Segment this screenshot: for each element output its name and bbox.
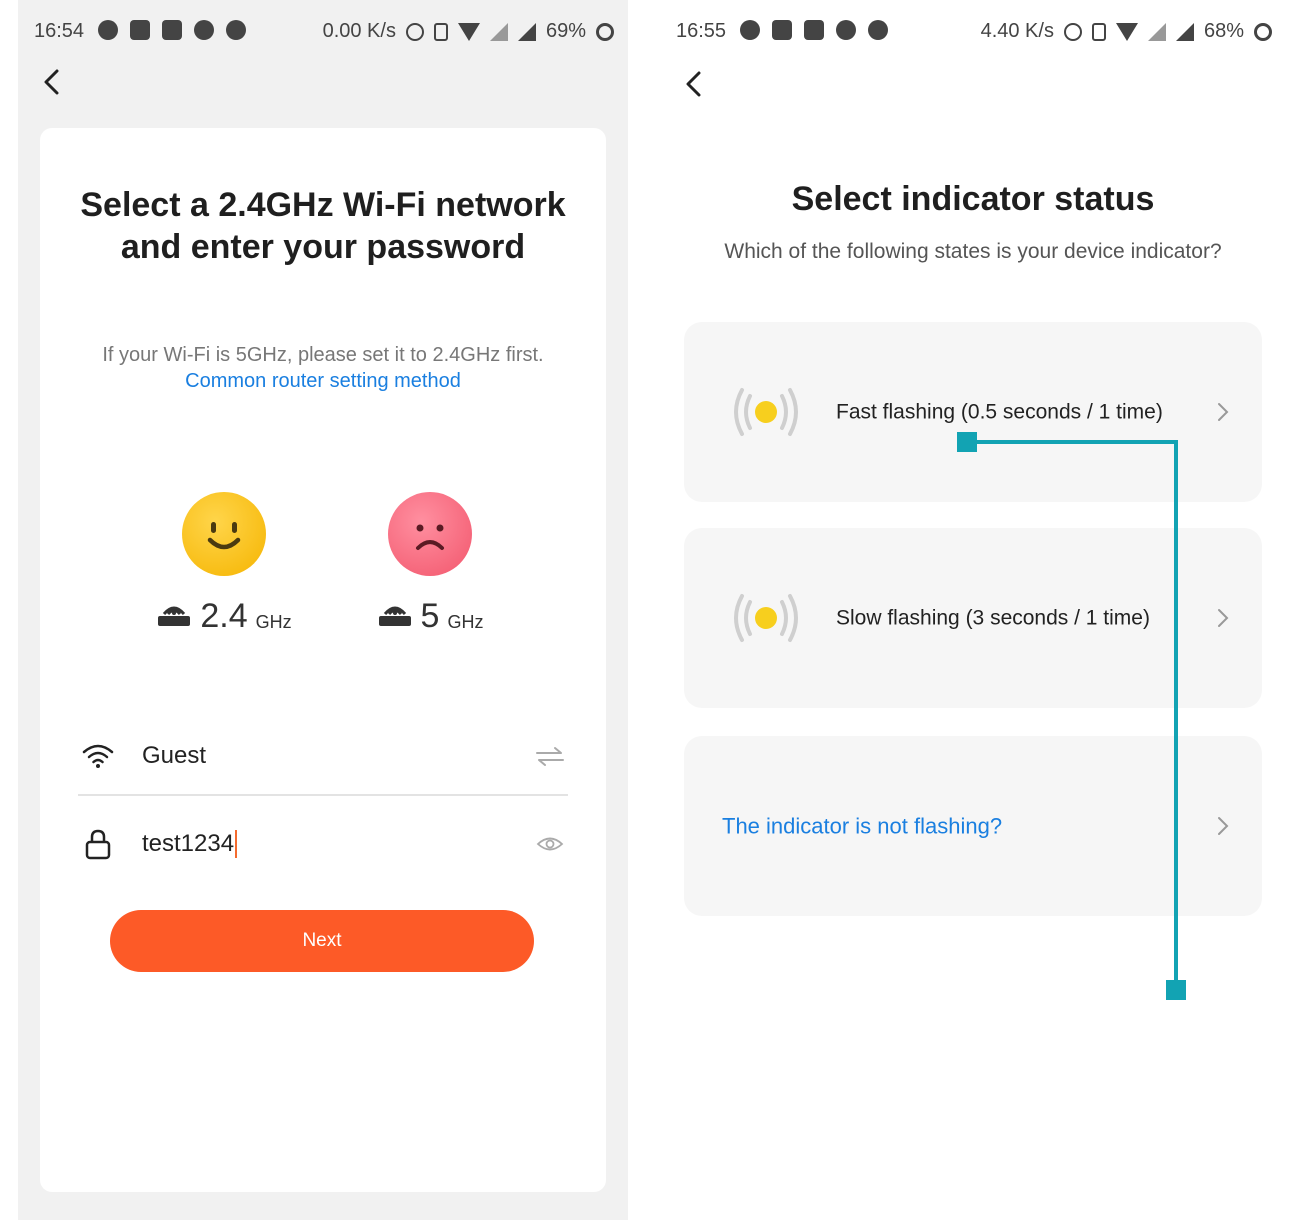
router-setting-link[interactable]: Common router setting method bbox=[185, 370, 461, 392]
text-cursor bbox=[235, 830, 238, 859]
ssid-field[interactable]: Guest bbox=[78, 718, 568, 796]
app-notification-icon bbox=[740, 20, 760, 40]
signal-icon bbox=[517, 22, 536, 41]
wechat-icon bbox=[194, 20, 214, 40]
chevron-right-icon bbox=[1216, 815, 1230, 837]
option-fast-flashing[interactable]: Fast flashing (0.5 seconds / 1 time) bbox=[684, 322, 1262, 502]
status-indicators: 0.00 K/s 69% bbox=[323, 20, 614, 43]
signal-icon bbox=[1175, 22, 1194, 41]
calendar-icon bbox=[772, 20, 792, 40]
indicator-status-screen: 16:55 4.40 K/s 68% Select indicator stat… bbox=[660, 0, 1286, 1220]
status-time: 16:54 bbox=[34, 20, 85, 42]
app-notification-icon bbox=[98, 20, 118, 40]
wifi-status-icon bbox=[457, 22, 480, 41]
notification-icons bbox=[740, 20, 888, 40]
page-title: Select indicator status bbox=[791, 180, 1155, 218]
band-5ghz: 5 GHz bbox=[360, 492, 500, 633]
wifi-icon bbox=[78, 742, 118, 770]
band-label: 5 GHz bbox=[360, 598, 500, 633]
band-number: 2.4 bbox=[200, 597, 248, 635]
password-input[interactable]: test1234 bbox=[142, 830, 532, 859]
signal-icon bbox=[1147, 22, 1166, 41]
chevron-right-icon bbox=[1216, 401, 1230, 423]
wechat-icon bbox=[836, 20, 856, 40]
alarm-icon bbox=[1063, 22, 1082, 41]
option-label: The indicator is not flashing? bbox=[722, 813, 1003, 839]
messenger-icon bbox=[226, 20, 246, 40]
calendar-icon bbox=[162, 20, 182, 40]
wifi-status-icon bbox=[1115, 22, 1138, 41]
calendar-icon bbox=[804, 20, 824, 40]
band-unit: GHz bbox=[255, 612, 292, 632]
vibrate-icon bbox=[433, 22, 448, 41]
chevron-right-icon bbox=[1216, 607, 1230, 629]
battery-percent: 69% bbox=[545, 20, 586, 42]
indicator-light-icon bbox=[728, 382, 804, 442]
ssid-value[interactable]: Guest bbox=[142, 742, 532, 770]
battery-icon bbox=[596, 22, 614, 41]
page-title: Select a 2.4GHz Wi-Fi network and enter … bbox=[80, 186, 566, 266]
back-button[interactable] bbox=[32, 62, 72, 102]
network-speed: 4.40 K/s bbox=[980, 20, 1054, 42]
chevron-left-icon bbox=[44, 69, 59, 95]
sad-face-icon bbox=[388, 492, 472, 576]
router-icon bbox=[377, 598, 413, 633]
page-subtitle: Which of the following states is your de… bbox=[724, 240, 1222, 263]
vibrate-icon bbox=[1091, 22, 1106, 41]
status-bar: 16:54 0.00 K/s 69% bbox=[18, 16, 628, 50]
switch-network-icon[interactable] bbox=[532, 746, 568, 766]
calendar-icon bbox=[130, 20, 150, 40]
next-button[interactable]: Next bbox=[110, 910, 534, 972]
hint-message: If your Wi-Fi is 5GHz, please set it to … bbox=[102, 344, 544, 366]
option-label: Fast flashing (0.5 seconds / 1 time) bbox=[836, 400, 1163, 424]
status-indicators: 4.40 K/s 68% bbox=[981, 20, 1272, 43]
option-not-flashing[interactable]: The indicator is not flashing? bbox=[684, 736, 1262, 916]
battery-icon bbox=[1254, 22, 1272, 41]
option-slow-flashing[interactable]: Slow flashing (3 seconds / 1 time) bbox=[684, 528, 1262, 708]
band-number: 5 bbox=[420, 597, 440, 635]
happy-face-icon bbox=[182, 492, 266, 576]
band-label: 2.4 GHz bbox=[154, 598, 294, 633]
wifi-card: Select a 2.4GHz Wi-Fi network and enter … bbox=[40, 128, 606, 1192]
lock-icon bbox=[78, 828, 118, 860]
eye-icon[interactable] bbox=[532, 835, 568, 853]
battery-percent: 68% bbox=[1203, 20, 1244, 42]
password-value: test1234 bbox=[142, 829, 235, 857]
messenger-icon bbox=[868, 20, 888, 40]
band-unit: GHz bbox=[447, 612, 484, 632]
password-field[interactable]: test1234 bbox=[78, 816, 568, 872]
wifi-setup-screen: 16:54 0.00 K/s 69% Select a 2.4GHz Wi-Fi… bbox=[18, 0, 628, 1220]
chevron-left-icon bbox=[686, 71, 701, 97]
status-time: 16:55 bbox=[676, 20, 727, 42]
back-button[interactable] bbox=[674, 64, 714, 104]
hint-text: If your Wi-Fi is 5GHz, please set it to … bbox=[70, 342, 576, 394]
signal-icon bbox=[489, 22, 508, 41]
alarm-icon bbox=[405, 22, 424, 41]
option-label: Slow flashing (3 seconds / 1 time) bbox=[836, 606, 1150, 630]
network-speed: 0.00 K/s bbox=[322, 20, 396, 42]
notification-icons bbox=[98, 20, 246, 40]
router-icon bbox=[156, 598, 192, 633]
band-2-4ghz: 2.4 GHz bbox=[154, 492, 294, 633]
status-bar: 16:55 4.40 K/s 68% bbox=[660, 16, 1286, 50]
indicator-light-icon bbox=[728, 588, 804, 648]
